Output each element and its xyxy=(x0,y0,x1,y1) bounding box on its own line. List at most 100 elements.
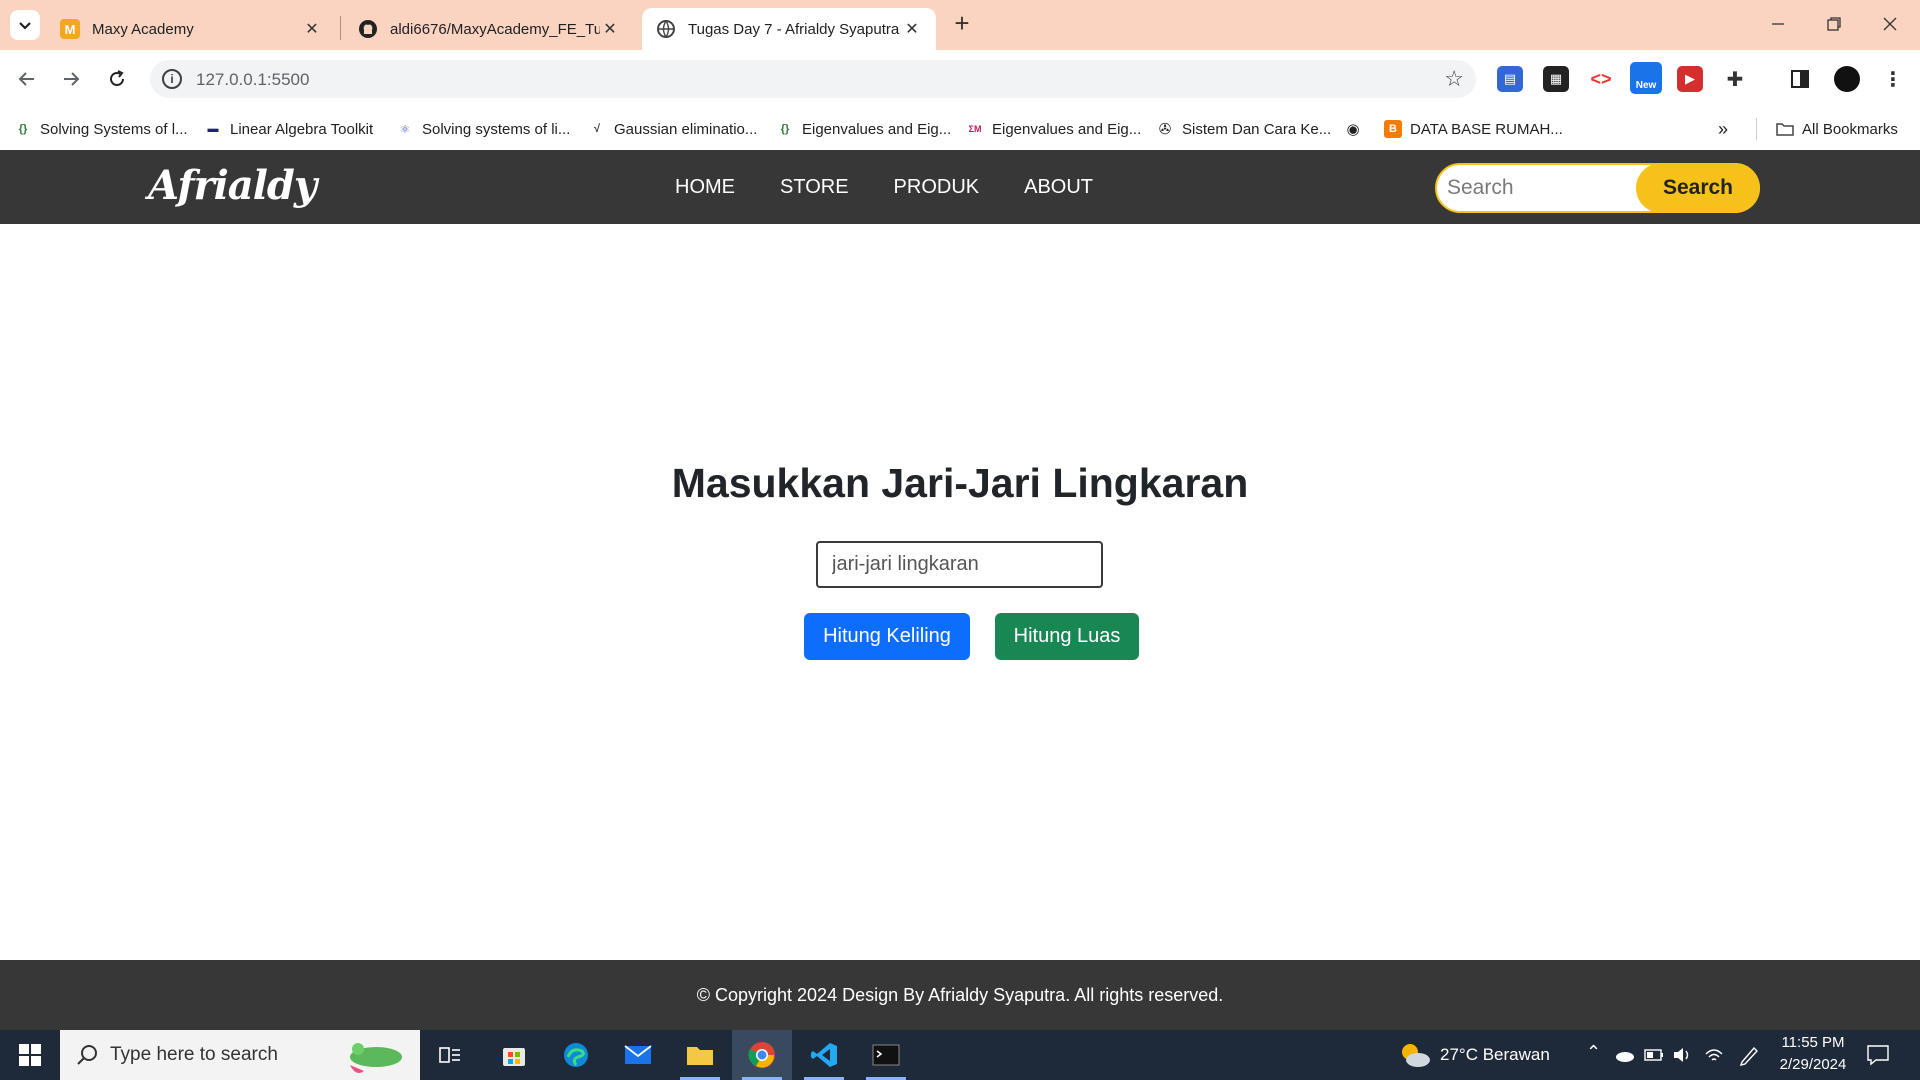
bookmark-item[interactable]: ◉ xyxy=(1344,117,1370,141)
site-info-icon[interactable]: i xyxy=(162,69,182,89)
nav-home[interactable]: HOME xyxy=(675,176,735,199)
chevron-down-icon xyxy=(19,22,31,30)
close-tab-icon[interactable]: ✕ xyxy=(600,19,620,39)
clock-time[interactable]: 11:55 PM xyxy=(1778,1034,1848,1051)
onedrive-icon[interactable] xyxy=(1614,1048,1634,1062)
minimize-button[interactable] xyxy=(1750,0,1806,48)
taskbar-search-placeholder: Type here to search xyxy=(110,1044,278,1065)
forward-button[interactable] xyxy=(56,64,86,94)
browser-toolbar: i 127.0.0.1:5500 ☆ ▤ ▦ <> New ▶ ✚ ⋮ xyxy=(0,50,1920,108)
url-text[interactable]: 127.0.0.1:5500 xyxy=(196,70,309,90)
bookmark-item[interactable]: √ Gaussian eliminatio... xyxy=(588,117,757,141)
hitung-luas-button[interactable]: Hitung Luas xyxy=(995,613,1139,660)
bookmark-item[interactable]: ✇ Sistem Dan Cara Ke... xyxy=(1156,117,1332,141)
nav-store[interactable]: STORE xyxy=(780,176,849,199)
close-tab-icon[interactable]: ✕ xyxy=(302,19,322,39)
site-search: Search xyxy=(1435,163,1760,213)
bookmarks-bar: {} Solving Systems of l... ▬ Linear Alge… xyxy=(0,108,1920,150)
clock-date[interactable]: 2/29/2024 xyxy=(1772,1056,1854,1073)
hitung-keliling-button[interactable]: Hitung Keliling xyxy=(804,613,970,660)
weather-text[interactable]: 27°C Berawan xyxy=(1440,1045,1550,1065)
tab-title: Tugas Day 7 - Afrialdy Syaputra xyxy=(688,20,900,38)
extension-reader-icon[interactable]: ▦ xyxy=(1543,66,1569,92)
tab-title: Maxy Academy xyxy=(92,20,194,38)
tab-tugas-day-7[interactable]: Tugas Day 7 - Afrialdy Syaputra ✕ xyxy=(642,8,936,50)
bookmark-star-icon[interactable]: ☆ xyxy=(1444,66,1464,92)
bookmark-item[interactable]: ΣM Eigenvalues and Eig... xyxy=(966,117,1142,141)
task-view-icon xyxy=(439,1047,460,1063)
extension-new-icon[interactable]: New xyxy=(1630,62,1662,94)
restore-button[interactable] xyxy=(1806,0,1862,48)
close-window-button[interactable] xyxy=(1862,0,1918,48)
bookmark-item[interactable]: ⚛ Solving systems of li... xyxy=(396,117,570,141)
browser-tab-strip: M Maxy Academy ✕ aldi6676/MaxyAcademy_FE… xyxy=(0,0,1920,50)
pen-icon[interactable] xyxy=(1738,1044,1760,1066)
close-tab-icon[interactable]: ✕ xyxy=(902,19,922,39)
side-panel-button[interactable] xyxy=(1787,66,1813,92)
weather-icon[interactable] xyxy=(1398,1040,1432,1070)
side-panel-icon xyxy=(1791,70,1809,88)
search-input[interactable] xyxy=(1447,165,1647,211)
tab-title: aldi6676/MaxyAcademy_FE_Tug xyxy=(390,20,600,38)
vscode-icon xyxy=(811,1043,837,1067)
taskbar-search-box[interactable]: Type here to search xyxy=(60,1030,420,1080)
edge-icon xyxy=(564,1043,588,1067)
bookmark-label: Solving systems of li... xyxy=(422,120,571,138)
store-icon xyxy=(503,1048,525,1066)
terminal-button[interactable] xyxy=(856,1030,916,1080)
start-button[interactable] xyxy=(0,1030,60,1080)
chrome-button[interactable] xyxy=(732,1030,792,1080)
close-icon xyxy=(1883,17,1897,31)
extension-code-icon[interactable]: <> xyxy=(1588,66,1614,92)
tab-search-button[interactable] xyxy=(10,10,40,40)
extension-video-icon[interactable]: ▶ xyxy=(1677,66,1703,92)
nav-produk[interactable]: PRODUK xyxy=(894,176,980,199)
site-navbar: Afrialdy HOME STORE PRODUK ABOUT Search xyxy=(0,150,1920,224)
back-button[interactable] xyxy=(12,64,42,94)
address-bar[interactable]: i 127.0.0.1:5500 ☆ xyxy=(150,60,1476,98)
windows-logo-icon xyxy=(19,1044,41,1066)
more-menu-icon[interactable]: ⋮ xyxy=(1880,66,1906,92)
chrome-icon xyxy=(748,1042,775,1068)
search-button[interactable]: Search xyxy=(1636,163,1760,213)
bookmark-label: Solving Systems of l... xyxy=(40,120,188,138)
reload-icon xyxy=(110,70,124,86)
tab-separator xyxy=(340,16,341,40)
arrow-left-icon xyxy=(18,72,34,86)
edge-button[interactable] xyxy=(546,1030,606,1080)
chevron-up-icon[interactable]: ⌃ xyxy=(1586,1042,1601,1063)
vscode-button[interactable] xyxy=(794,1030,854,1080)
bookmark-divider xyxy=(1756,118,1757,140)
atom-icon: ⚛ xyxy=(400,123,410,136)
mail-button[interactable] xyxy=(608,1030,668,1080)
terminal-icon xyxy=(872,1044,900,1066)
extensions-puzzle-icon[interactable]: ✚ xyxy=(1722,66,1748,92)
notification-icon[interactable] xyxy=(1866,1044,1890,1066)
tab-github[interactable]: aldi6676/MaxyAcademy_FE_Tug ✕ xyxy=(344,8,634,50)
extension-translate-icon[interactable]: ▤ xyxy=(1497,66,1523,92)
site-logo[interactable]: Afrialdy xyxy=(148,162,317,209)
nav-about[interactable]: ABOUT xyxy=(1024,176,1093,199)
battery-icon[interactable] xyxy=(1644,1048,1664,1062)
bookmark-item[interactable]: ▬ Linear Algebra Toolkit xyxy=(204,117,374,141)
circle-logo-icon: ✇ xyxy=(1158,121,1172,138)
microsoft-store-button[interactable] xyxy=(484,1030,544,1080)
new-tab-button[interactable]: + xyxy=(948,10,976,38)
volume-icon[interactable] xyxy=(1672,1046,1694,1064)
file-explorer-button[interactable] xyxy=(670,1030,730,1080)
reload-button[interactable] xyxy=(102,64,132,94)
radius-input[interactable] xyxy=(816,541,1103,588)
more-bookmarks-icon[interactable]: » xyxy=(1718,117,1728,141)
task-view-button[interactable] xyxy=(420,1030,480,1080)
bookmark-item[interactable]: B DATA BASE RUMAH... xyxy=(1384,117,1563,141)
profile-avatar[interactable] xyxy=(1834,66,1860,92)
windows-taskbar: Type here to search 27°C Berawan ⌃ 11:55… xyxy=(0,1030,1920,1080)
wifi-icon[interactable] xyxy=(1704,1046,1724,1064)
globe-icon: ◉ xyxy=(1346,121,1360,138)
bookmark-item[interactable]: {} Solving Systems of l... xyxy=(14,117,188,141)
tab-maxy-academy[interactable]: M Maxy Academy ✕ xyxy=(46,8,336,50)
maxy-logo-icon: M xyxy=(60,19,80,39)
all-bookmarks-button[interactable]: All Bookmarks xyxy=(1776,117,1898,141)
blogger-icon: B xyxy=(1384,120,1402,138)
bookmark-item[interactable]: {} Eigenvalues and Eig... xyxy=(776,117,952,141)
